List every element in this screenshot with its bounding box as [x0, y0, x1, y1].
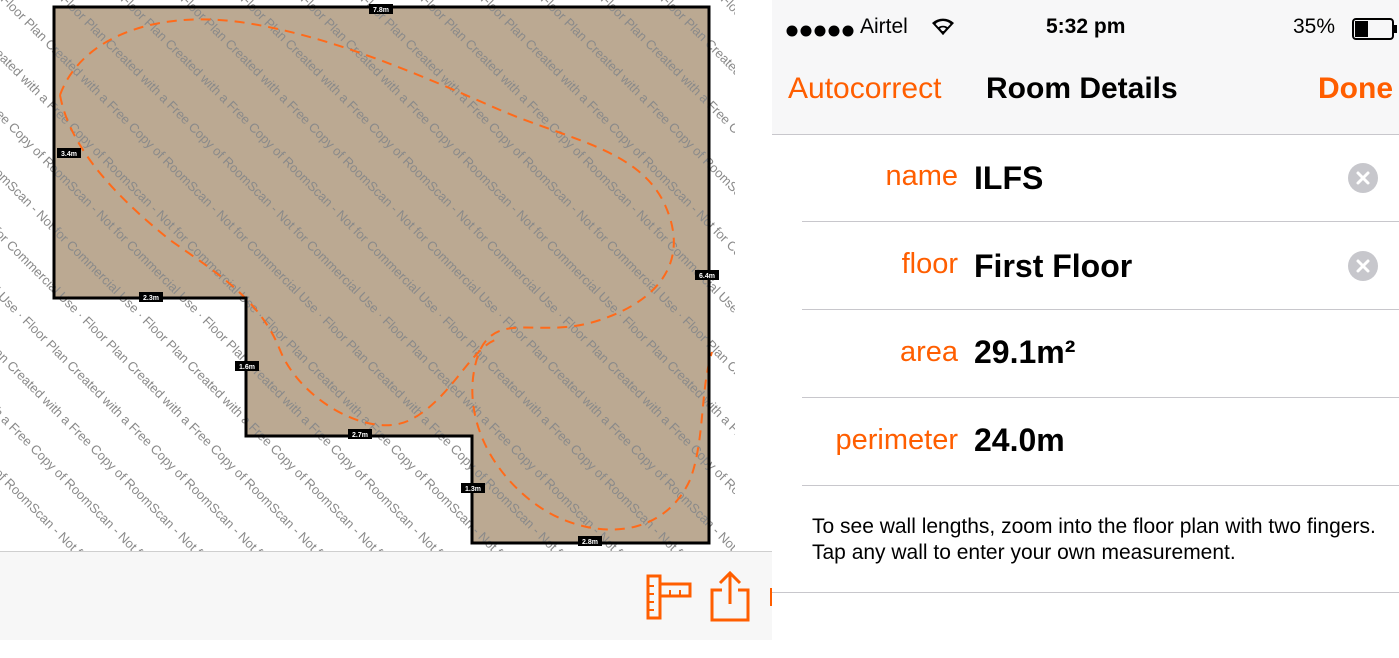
clear-icon: [1356, 171, 1370, 185]
navigation-bar: Autocorrect Room Details Done: [772, 60, 1399, 120]
floor-plan-canvas[interactable]: Floor Plan Created with a Free Copy of R…: [0, 0, 772, 551]
clear-name-button[interactable]: [1348, 163, 1378, 193]
wall-label-step-right[interactable]: 1.3m: [461, 483, 485, 493]
navigation-area: Airtel 5:32 pm 35% Autocorrect Room Deta…: [772, 0, 1399, 135]
wall-label-top[interactable]: 7.8m: [369, 4, 393, 14]
wall-label-left[interactable]: 3.4m: [57, 148, 81, 158]
floor-label: floor: [901, 248, 958, 280]
divider: [802, 485, 1399, 486]
svg-text:1.6m: 1.6m: [239, 364, 255, 371]
page-title: Room Details: [986, 72, 1178, 105]
battery-icon: [1352, 18, 1399, 46]
svg-text:7.8m: 7.8m: [373, 7, 389, 14]
area-row: area 29.1m²: [772, 310, 1399, 398]
wall-label-middle[interactable]: 2.7m: [348, 429, 372, 439]
ruler-icon[interactable]: [642, 574, 692, 620]
status-time: 5:32 pm: [1046, 15, 1126, 38]
svg-text:2.3m: 2.3m: [143, 295, 159, 302]
signal-dots-icon: [786, 20, 854, 44]
done-button[interactable]: Done: [1318, 72, 1393, 106]
perimeter-label: perimeter: [835, 424, 959, 456]
svg-text:1.3m: 1.3m: [465, 486, 481, 493]
floor-field[interactable]: [974, 246, 1334, 286]
area-value: 29.1m²: [974, 334, 1076, 370]
name-field[interactable]: [974, 158, 1334, 198]
svg-text:2.7m: 2.7m: [352, 432, 368, 439]
name-row: name: [772, 134, 1399, 222]
floor-plan-pane[interactable]: Floor Plan Created with a Free Copy of R…: [0, 0, 772, 658]
svg-text:3.4m: 3.4m: [61, 151, 77, 158]
perimeter-value: 24.0m: [974, 422, 1065, 458]
clear-icon: [1356, 259, 1370, 273]
carrier-name: Airtel: [860, 15, 908, 38]
name-label: name: [885, 160, 958, 192]
wifi-icon: [930, 16, 956, 42]
wall-label-bottom[interactable]: 2.8m: [578, 536, 602, 546]
room-details-pane: Airtel 5:32 pm 35% Autocorrect Room Deta…: [772, 0, 1399, 658]
hint-text: To see wall lengths, zoom into the floor…: [812, 515, 1376, 564]
wall-label-right[interactable]: 6.4m: [695, 270, 719, 280]
share-icon[interactable]: [708, 570, 752, 624]
svg-text:6.4m: 6.4m: [699, 273, 715, 280]
wall-label-step-top[interactable]: 2.3m: [139, 292, 163, 302]
floor-row: floor: [772, 222, 1399, 310]
wall-label-step-left[interactable]: 1.6m: [235, 361, 259, 371]
plan-toolbar: [0, 551, 772, 641]
autocorrect-button[interactable]: Autocorrect: [788, 72, 941, 106]
svg-text:2.8m: 2.8m: [582, 539, 598, 546]
clear-floor-button[interactable]: [1348, 251, 1378, 281]
battery-percent: 35%: [1293, 15, 1336, 38]
area-label: area: [899, 336, 958, 368]
perimeter-row: perimeter 24.0m: [772, 398, 1399, 486]
divider: [772, 592, 1399, 593]
status-bar: Airtel 5:32 pm 35%: [772, 6, 1399, 46]
plan-bottom-strip: [0, 640, 772, 658]
